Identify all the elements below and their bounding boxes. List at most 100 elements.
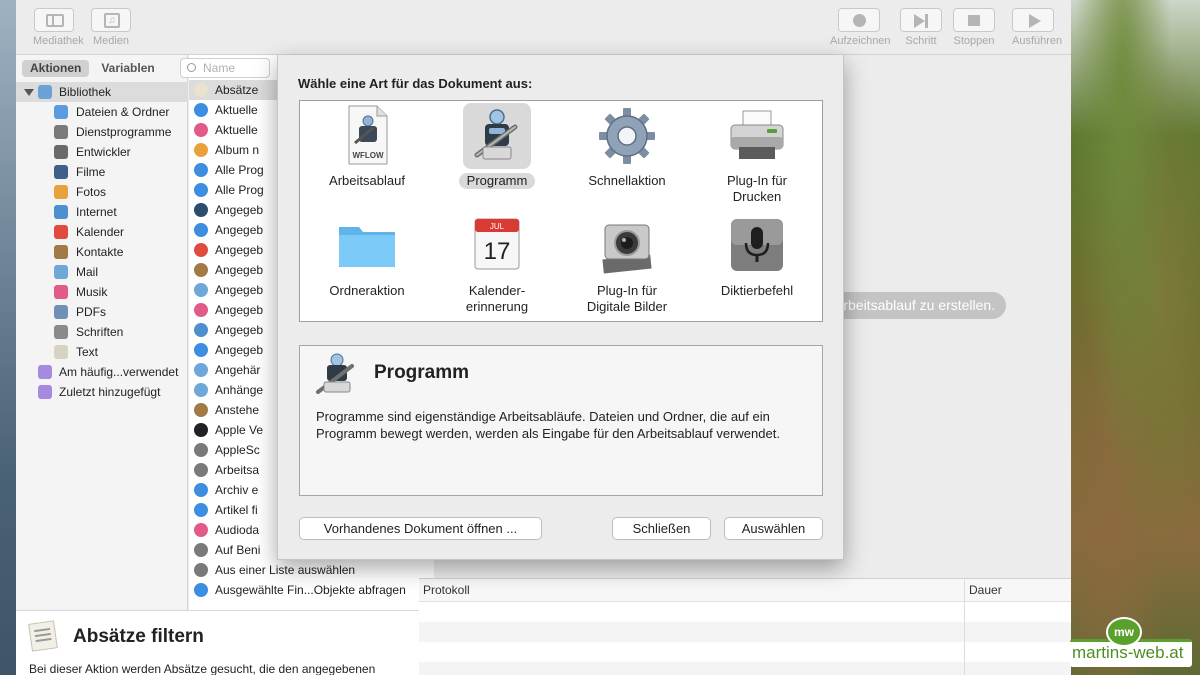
action-item-label: Aus einer Liste auswählen — [215, 563, 356, 577]
desktop-background-left — [0, 0, 16, 675]
library-item[interactable]: PDFs — [16, 302, 188, 322]
library-category-icon — [54, 265, 68, 279]
library-list: Bibliothek Dateien & Ordner Dienstprogramm… — [16, 82, 188, 402]
library-category-icon — [38, 365, 52, 379]
action-item-label: Artikel fi — [215, 503, 258, 517]
type-application[interactable]: Programm — [432, 103, 562, 189]
type-workflow[interactable]: WFLOW Arbeitsablauf — [302, 103, 432, 189]
action-icon — [194, 403, 208, 417]
library-item[interactable]: Dienstprogramme — [16, 122, 188, 142]
action-item-label: Angegeb — [215, 343, 264, 357]
stop-toolbar-button[interactable]: Stoppen — [953, 8, 995, 47]
media-icon: ♫ — [104, 13, 120, 28]
type-folder-action[interactable]: Ordneraktion — [302, 213, 432, 299]
search-icon — [187, 63, 196, 72]
calendar-day-text: 17 — [484, 238, 511, 265]
library-item[interactable]: Musik — [16, 282, 188, 302]
calendar-icon: JUL 17 — [474, 218, 520, 270]
type-quick-action[interactable]: Schnellaktion — [562, 103, 692, 189]
library-icon — [46, 14, 64, 27]
action-icon — [194, 543, 208, 557]
step-toolbar-button[interactable]: Schritt — [900, 8, 942, 47]
action-item-label: Angegeb — [215, 203, 264, 217]
library-item-label: Schriften — [76, 325, 124, 339]
library-item[interactable]: Filme — [16, 162, 188, 182]
library-item[interactable]: Zuletzt hinzugefügt — [16, 382, 188, 402]
action-item-label: Angegeb — [215, 283, 264, 297]
action-icon — [194, 103, 208, 117]
type-calendar-alarm[interactable]: JUL 17 Kalender- erinnerung — [432, 213, 562, 315]
action-icon — [194, 283, 208, 297]
action-icon — [194, 343, 208, 357]
open-existing-document-button[interactable]: Vorhandenes Dokument öffnen ... — [299, 517, 542, 540]
toolbar: Mediathek ♫ Medien Aufzeichnen Schritt S… — [16, 0, 1071, 55]
record-toolbar-button[interactable]: Aufzeichnen — [830, 8, 891, 47]
library-column: Aktionen Variablen Bibliothek Dateien & O… — [16, 55, 188, 610]
library-item[interactable]: Kalender — [16, 222, 188, 242]
action-icon — [194, 203, 208, 217]
library-item-label: Musik — [76, 285, 108, 299]
automator-robot-icon — [316, 353, 354, 394]
library-item[interactable]: Mail — [16, 262, 188, 282]
sheet-prompt: Wähle eine Art für das Dokument aus: — [298, 76, 533, 91]
library-item[interactable]: Dateien & Ordner — [16, 102, 188, 122]
library-item[interactable]: Fotos — [16, 182, 188, 202]
text-document-icon — [28, 620, 58, 652]
library-item[interactable]: Am häufig...verwendet — [16, 362, 188, 382]
tab-variables[interactable]: Variablen — [93, 60, 162, 77]
calendar-month-text: JUL — [490, 222, 505, 231]
run-toolbar-button[interactable]: Ausführen — [1012, 8, 1062, 47]
action-item-label: Angegeb — [215, 243, 264, 257]
media-toolbar-button[interactable]: ♫ Medien — [90, 8, 132, 47]
library-item-label: Filme — [76, 165, 106, 179]
search-placeholder: Name — [203, 61, 236, 75]
action-icon — [194, 423, 208, 437]
close-button[interactable]: Schließen — [612, 517, 711, 540]
action-list-item[interactable]: Aus einer Liste auswählen — [189, 560, 434, 580]
log-column-duration[interactable]: Dauer — [969, 583, 1002, 597]
search-input[interactable]: Name — [180, 58, 270, 78]
disclosure-triangle-icon[interactable] — [24, 89, 34, 96]
log-header: Protokoll Dauer — [419, 578, 1071, 602]
library-item-label: Dateien & Ordner — [76, 105, 170, 119]
watermark-text: martins-web.at — [1072, 643, 1184, 662]
library-item[interactable]: Kontakte — [16, 242, 188, 262]
library-item[interactable]: Internet — [16, 202, 188, 222]
type-print-plugin-label: Plug-In für Drucken — [727, 173, 787, 204]
action-icon — [194, 503, 208, 517]
action-icon — [194, 83, 208, 97]
log-column-divider[interactable] — [964, 578, 965, 675]
library-item-label: Kontakte — [76, 245, 124, 259]
action-item-label: Apple Ve — [215, 423, 264, 437]
type-print-plugin[interactable]: Plug-In für Drucken — [692, 103, 822, 205]
type-quick-action-label: Schnellaktion — [588, 173, 666, 188]
step-icon — [914, 14, 928, 28]
library-item[interactable]: Bibliothek — [16, 82, 188, 102]
action-item-label: Arbeitsa — [215, 463, 260, 477]
log-column-protocol[interactable]: Protokoll — [423, 583, 470, 597]
action-item-label: Anstehe — [215, 403, 260, 417]
document-type-grid: WFLOW Arbeitsablauf Programm Schnellakti… — [299, 100, 823, 322]
action-item-label: Angegeb — [215, 223, 264, 237]
type-folder-action-label: Ordneraktion — [329, 283, 405, 298]
library-item-label: Mail — [76, 265, 99, 279]
library-item[interactable]: Text — [16, 342, 188, 362]
library-category-icon — [54, 145, 68, 159]
type-image-capture-plugin[interactable]: Plug-In für Digitale Bilder — [562, 213, 692, 315]
library-item[interactable]: Entwickler — [16, 142, 188, 162]
camera-icon — [602, 224, 652, 274]
action-item-label: Ausgewählte Fin...Objekte abfragen — [215, 583, 406, 597]
workflow-hint-pill: Arbeitsablauf zu erstellen. — [824, 292, 1006, 319]
choose-button[interactable]: Auswählen — [724, 517, 823, 540]
library-item[interactable]: Schriften — [16, 322, 188, 342]
library-toolbar-button[interactable]: Mediathek — [33, 8, 84, 47]
action-description-title: Absätze filtern — [73, 626, 204, 647]
type-info-text: Programme sind eigenständige Arbeitsablä… — [316, 409, 780, 441]
action-list-item[interactable]: Ausgewählte Fin...Objekte abfragen — [189, 580, 434, 600]
action-description-pane: Absätze filtern Bei dieser Aktion werden… — [16, 610, 434, 675]
action-item-label: Album n — [215, 143, 260, 157]
type-image-capture-plugin-label: Plug-In für Digitale Bilder — [586, 283, 668, 314]
type-dictation-command[interactable]: Diktierbefehl — [692, 213, 822, 299]
library-tab-control: Aktionen Variablen — [22, 60, 163, 77]
tab-actions[interactable]: Aktionen — [22, 60, 90, 77]
